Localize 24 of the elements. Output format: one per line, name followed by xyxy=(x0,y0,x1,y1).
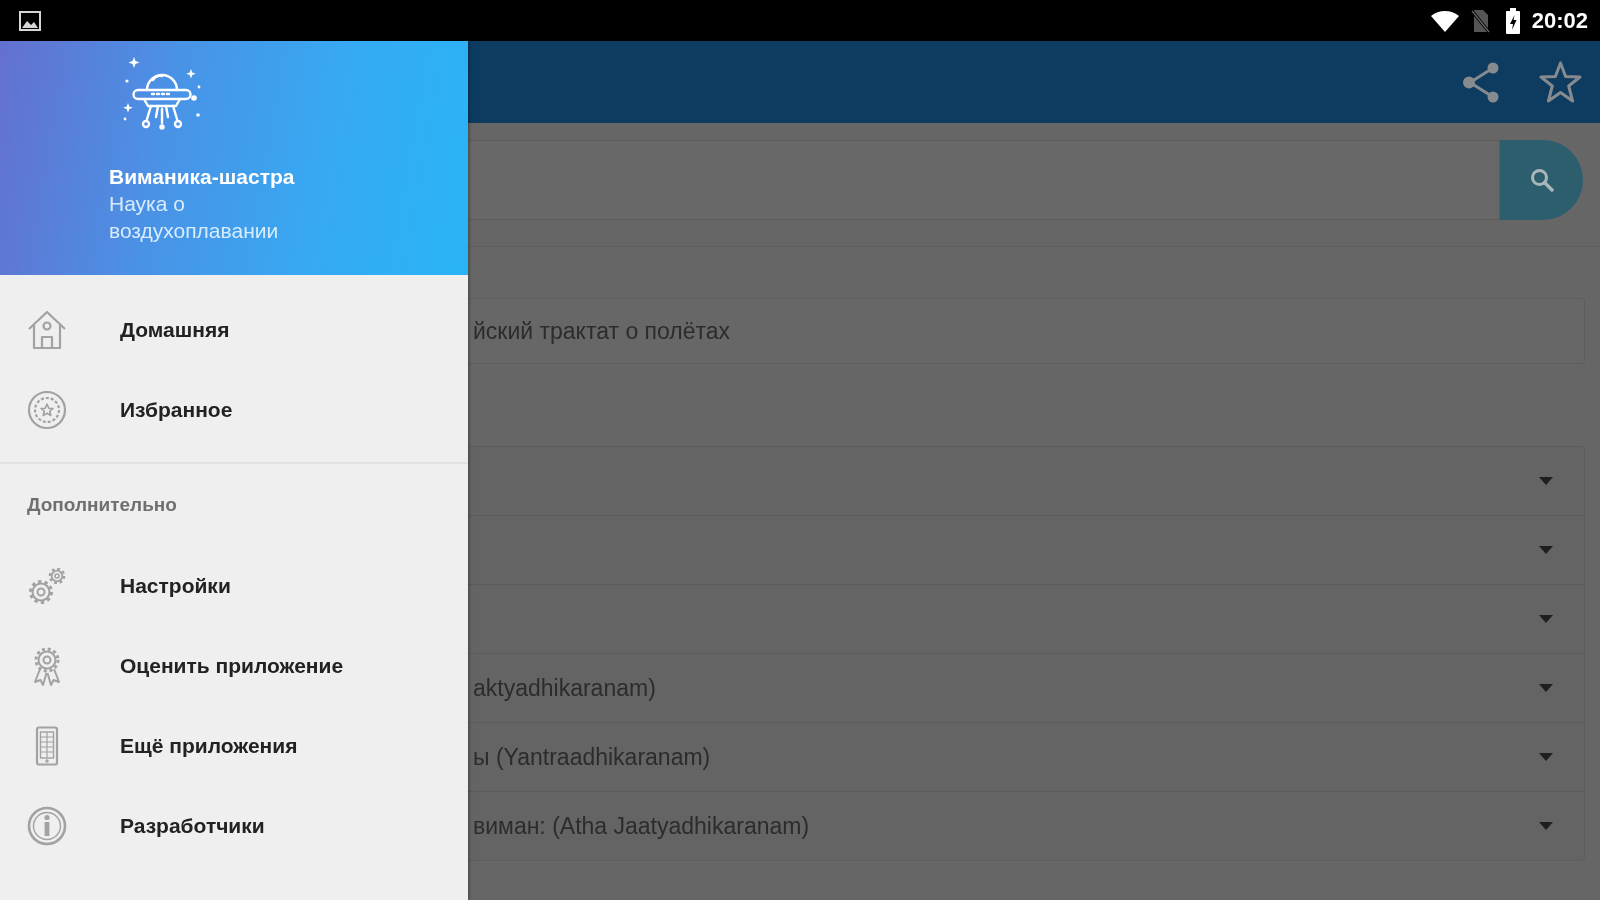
app-title: Виманика-шастра xyxy=(109,164,295,190)
search-field[interactable] xyxy=(468,140,1500,220)
share-icon[interactable] xyxy=(1462,61,1500,103)
drawer-item[interactable]: Настройки xyxy=(0,546,468,626)
info-icon xyxy=(27,806,67,846)
search-button[interactable] xyxy=(1500,140,1583,220)
image-icon xyxy=(19,10,41,31)
section-heading: Дополнительно xyxy=(27,493,177,517)
drawer-item[interactable]: Разработчики xyxy=(0,786,468,866)
app-subtitle: Наука о воздухоплавании xyxy=(109,191,280,244)
drawer-item[interactable]: Домашняя xyxy=(0,290,468,370)
gears-icon xyxy=(27,566,67,606)
no-sim-icon xyxy=(1470,8,1490,33)
drawer-item[interactable]: Оценить приложение xyxy=(0,626,468,706)
status-time: 20:02 xyxy=(1531,7,1588,34)
intro-text: йский трактат о полётах xyxy=(468,298,1585,364)
wifi-icon xyxy=(1430,9,1459,32)
star-icon[interactable] xyxy=(1539,61,1582,103)
drawer-item[interactable]: Избранное xyxy=(0,370,468,450)
house-icon xyxy=(27,310,67,350)
star-badge-icon xyxy=(27,390,67,430)
drawer-item[interactable]: Ещё приложения xyxy=(0,706,468,786)
search-icon xyxy=(1529,168,1554,192)
battery-charging-icon xyxy=(1504,7,1521,34)
